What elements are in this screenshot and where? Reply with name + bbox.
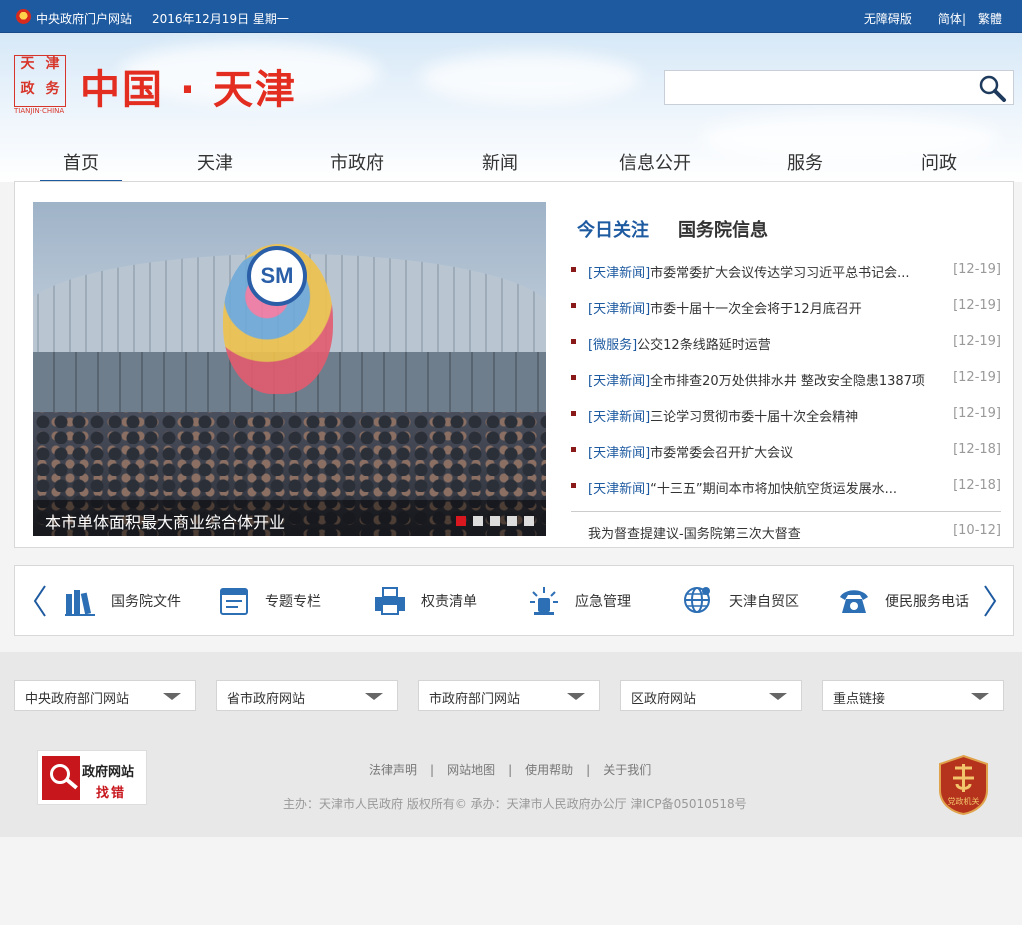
list-item[interactable]: [微服务]公交12条线路延时运营 [12-19] xyxy=(571,326,1001,362)
svg-text:党政机关: 党政机关 xyxy=(948,796,980,806)
news-divider xyxy=(571,511,1001,512)
search-icon[interactable] xyxy=(977,74,1007,102)
footer-links: 法律声明 | 网站地图 | 使用帮助 | 关于我们 xyxy=(369,763,652,777)
slider-dots xyxy=(449,516,534,526)
page-bottom xyxy=(0,837,1022,925)
quick-link-hotline[interactable]: 便民服务电话 xyxy=(837,583,969,619)
tab-today-focus[interactable]: 今日关注 xyxy=(577,216,649,242)
slider-caption[interactable]: 本市单体面积最大商业综合体开业 xyxy=(45,509,285,533)
accessible-version-link[interactable]: 无障碍版 xyxy=(864,10,912,27)
central-portal-link[interactable]: 中央政府门户网站 xyxy=(36,10,132,27)
chevron-left-icon[interactable] xyxy=(31,584,49,618)
select-provincial-sites[interactable]: 省市政府网站 xyxy=(216,680,398,711)
chevron-down-icon xyxy=(163,693,181,700)
search-box xyxy=(664,70,1014,105)
list-item[interactable]: [天津新闻]全市排查20万处供排水井 整改安全隐患1387项 [12-19] xyxy=(571,362,1001,398)
nav-info-disclosure[interactable]: 信息公开 xyxy=(610,149,700,182)
gov-site-error-report[interactable]: 政府网站 找错 xyxy=(37,750,147,805)
top-bar: 中央政府门户网站 2016年12月19日 星期一 无障碍版 简体 | 繁體 xyxy=(0,0,1022,33)
current-date: 2016年12月19日 星期一 xyxy=(152,12,289,26)
list-item[interactable]: [天津新闻]三论学习贯彻市委十届十次全会精神 [12-19] xyxy=(571,398,1001,434)
printer-icon xyxy=(375,587,405,615)
footer-link-help[interactable]: 使用帮助 xyxy=(525,763,573,777)
national-emblem-icon xyxy=(16,9,31,24)
books-icon xyxy=(65,590,95,616)
quick-link-responsibility-list[interactable]: 权责清单 xyxy=(373,583,477,619)
search-input[interactable] xyxy=(665,71,965,104)
main-nav: 首页 天津 市政府 新闻 信息公开 服务 问政 xyxy=(14,143,999,182)
chevron-down-icon xyxy=(365,693,383,700)
language-switch: 无障碍版 简体 | 繁體 xyxy=(864,10,1002,27)
slider-dot-2[interactable] xyxy=(473,516,483,526)
tab-state-council[interactable]: 国务院信息 xyxy=(678,216,768,242)
chevron-down-icon xyxy=(971,693,989,700)
select-district-sites[interactable]: 区政府网站 xyxy=(620,680,802,711)
chevron-right-icon[interactable] xyxy=(981,584,999,618)
slider-dot-5[interactable] xyxy=(524,516,534,526)
globe-icon xyxy=(684,587,710,613)
chevron-down-icon xyxy=(567,693,585,700)
lang-separator: | xyxy=(961,11,966,26)
quick-link-ftz[interactable]: 天津自贸区 xyxy=(681,583,799,619)
select-city-departments[interactable]: 市政府部门网站 xyxy=(418,680,600,711)
quick-link-documents[interactable]: 国务院文件 xyxy=(63,583,181,619)
nav-tianjin[interactable]: 天津 xyxy=(174,149,256,182)
site-title[interactable]: 中国 · 天津 xyxy=(80,57,297,115)
image-slider[interactable]: SM 本市单体面积最大商业综合体开业 xyxy=(33,202,546,536)
site-link-selects: 中央政府部门网站 省市政府网站 市政府部门网站 区政府网站 重点链接 xyxy=(14,680,1014,711)
seal-char-2: 津 xyxy=(45,56,60,72)
magnifier-icon xyxy=(42,756,80,800)
phone-icon xyxy=(840,590,868,613)
select-key-links[interactable]: 重点链接 xyxy=(822,680,1004,711)
header: 天 津 政 务 TIANJIN·CHINA 中国 · 天津 首页 天津 市政府 … xyxy=(0,33,1022,182)
seal-char-4: 务 xyxy=(45,81,60,97)
list-item[interactable]: [天津新闻]市委十届十一次全会将于12月底召开 [12-19] xyxy=(571,290,1001,326)
nav-inquiry[interactable]: 问政 xyxy=(898,149,980,182)
footer-link-about[interactable]: 关于我们 xyxy=(603,763,651,777)
sm-logo: SM xyxy=(247,246,307,306)
siren-icon xyxy=(530,587,558,615)
footer-link-legal[interactable]: 法律声明 xyxy=(369,763,417,777)
list-item[interactable]: [天津新闻]“十三五”期间本市将加快航空货运发展水... [12-18] xyxy=(571,470,1001,506)
footer-link-sitemap[interactable]: 网站地图 xyxy=(447,763,495,777)
nav-home[interactable]: 首页 xyxy=(40,149,122,182)
list-item-inspection[interactable]: 我为督查提建议-国务院第三次大督查 [10-12] xyxy=(571,519,1001,549)
nav-services[interactable]: 服务 xyxy=(764,149,846,182)
list-item[interactable]: [天津新闻]市委常委会召开扩大会议 [12-18] xyxy=(571,434,1001,470)
copyright: 主办：天津市人民政府 版权所有© 承办：天津市人民政府办公厅 津ICP备0501… xyxy=(283,797,747,811)
logo-english: TIANJIN·CHINA xyxy=(14,107,65,115)
chevron-down-icon xyxy=(769,693,787,700)
tianjin-seal-logo[interactable]: 天 津 政 务 xyxy=(14,55,66,107)
seal-char-3: 政 xyxy=(20,81,35,97)
list-item[interactable]: [天津新闻]市委常委扩大会议传达学习习近平总书记会... [12-19] xyxy=(571,254,1001,290)
slider-dot-4[interactable] xyxy=(507,516,517,526)
party-government-badge-icon[interactable]: 党政机关 xyxy=(937,754,990,816)
select-central-departments[interactable]: 中央政府部门网站 xyxy=(14,680,196,711)
window-icon xyxy=(220,588,248,615)
simplified-link[interactable]: 简体 xyxy=(938,10,962,27)
nav-government[interactable]: 市政府 xyxy=(316,149,398,182)
quick-link-emergency[interactable]: 应急管理 xyxy=(527,583,631,619)
seal-char-1: 天 xyxy=(20,56,35,72)
main-content: SM 本市单体面积最大商业综合体开业 今日关注 国务院信息 [天津新闻]市委常委… xyxy=(14,181,1014,548)
quick-links: 国务院文件 专题专栏 权责清单 应急管理 天津自贸区 便民服务电话 xyxy=(14,565,1014,636)
slider-dot-3[interactable] xyxy=(490,516,500,526)
slider-dot-1[interactable] xyxy=(456,516,466,526)
nav-news[interactable]: 新闻 xyxy=(459,149,541,182)
traditional-link[interactable]: 繁體 xyxy=(978,10,1002,27)
quick-link-topics[interactable]: 专题专栏 xyxy=(217,583,321,619)
